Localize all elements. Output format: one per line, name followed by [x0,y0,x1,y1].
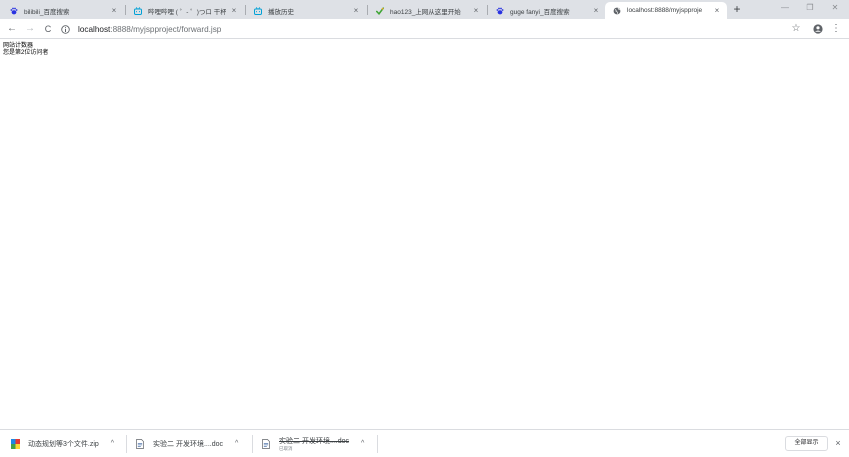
hao123-icon [376,6,384,15]
tab-close-icon[interactable]: × [352,6,360,15]
tab-title: localhost:8888/myjspproje [627,7,703,14]
tab-title: guge fanyi_百度搜索 [510,8,570,16]
doc-file-icon [262,438,271,449]
counter-heading: 网站计数器 [3,43,34,49]
tab-strip: bilibili_百度搜索 × 哔哩哔哩 ( ゜- ゜)つロ 干杯~ × 播放历… [0,0,849,19]
close-downloads-bar-icon[interactable]: × [833,436,843,451]
url-host: localhost [78,24,111,34]
chevron-up-icon[interactable]: ^ [361,440,364,447]
visitor-count-text: 您是第2位访问者 [3,50,49,56]
restore-button[interactable]: ❐ [800,2,820,14]
tab-title: 哔哩哔哩 ( ゜- ゜)つロ 干杯~ [148,8,226,16]
download-item-zip[interactable]: 动态规划等3个文件.zip ^ [11,430,114,457]
browser-chrome: bilibili_百度搜索 × 哔哩哔哩 ( ゜- ゜)つロ 干杯~ × 播放历… [0,0,849,40]
back-button[interactable]: ← [5,22,19,36]
doc-file-icon [136,438,145,449]
downloads-bar: 动态规划等3个文件.zip ^ 实验二 开发环境....doc ^ 实验二 开发… [0,429,849,456]
browser-menu-icon[interactable]: ⋮ [829,22,843,36]
download-divider [377,435,378,453]
tab-hao123[interactable]: hao123_上网从这里开始 × [368,2,486,19]
reload-button[interactable]: C [41,22,55,36]
minimize-button[interactable]: — [775,2,795,14]
download-item-doc[interactable]: 实验二 开发环境....doc ^ [136,430,238,457]
tab-bilibili-baidu-search[interactable]: bilibili_百度搜索 × [2,2,124,19]
address-bar[interactable]: localhost:8888/myjspproject/forward.jsp [60,21,820,37]
tab-title: 播放历史 [268,8,294,16]
baidu-paw-icon [10,7,18,15]
download-divider [126,435,127,453]
bilibili-tv-icon [254,6,262,15]
tab-localhost-active[interactable]: localhost:8888/myjspproje × [605,2,727,19]
download-filename: 实验二 开发环境....doc [279,438,350,445]
page-content: 网站计数器 您是第2位访问者 [3,43,48,57]
zip-file-icon [11,438,20,449]
tab-close-icon[interactable]: × [713,6,721,15]
baidu-paw-icon [496,7,504,15]
close-window-button[interactable]: ✕ [825,2,845,14]
tab-title: hao123_上网从这里开始 [390,8,461,16]
tab-close-icon[interactable]: × [110,6,118,15]
tab-close-icon[interactable]: × [230,6,238,15]
show-all-downloads-button[interactable]: 全部显示 [785,436,828,451]
bilibili-tv-icon [134,6,142,15]
download-filename-block: 实验二 开发环境....doc 已取消 [279,436,349,451]
globe-icon [613,7,621,15]
chevron-up-icon[interactable]: ^ [235,440,238,447]
url-path: :8888/myjspproject/forward.jsp [110,24,222,34]
tab-play-history[interactable]: 播放历史 × [246,2,366,19]
download-divider [252,435,253,453]
browser-toolbar: ← → C localhost:8888/myjspproject/forwar… [0,19,849,39]
tab-title: bilibili_百度搜索 [24,8,70,16]
tab-bilibili-home[interactable]: 哔哩哔哩 ( ゜- ゜)つロ 干杯~ × [126,2,244,19]
forward-button[interactable]: → [23,22,37,36]
download-status: 已取消 [279,446,293,451]
download-filename: 动态规划等3个文件.zip [28,440,99,448]
tab-guge-fanyi-baidu-search[interactable]: guge fanyi_百度搜索 × [488,2,606,19]
profile-avatar-icon[interactable] [811,22,825,36]
download-filename: 实验二 开发环境....doc [153,440,224,448]
info-icon[interactable] [60,24,70,34]
new-tab-button[interactable]: + [730,3,744,17]
bookmark-star-icon[interactable]: ☆ [789,22,803,36]
tab-close-icon[interactable]: × [592,6,600,15]
tab-close-icon[interactable]: × [472,6,480,15]
chevron-up-icon[interactable]: ^ [111,440,114,447]
download-item-doc-cancelled[interactable]: 实验二 开发环境....doc 已取消 ^ [262,430,364,457]
